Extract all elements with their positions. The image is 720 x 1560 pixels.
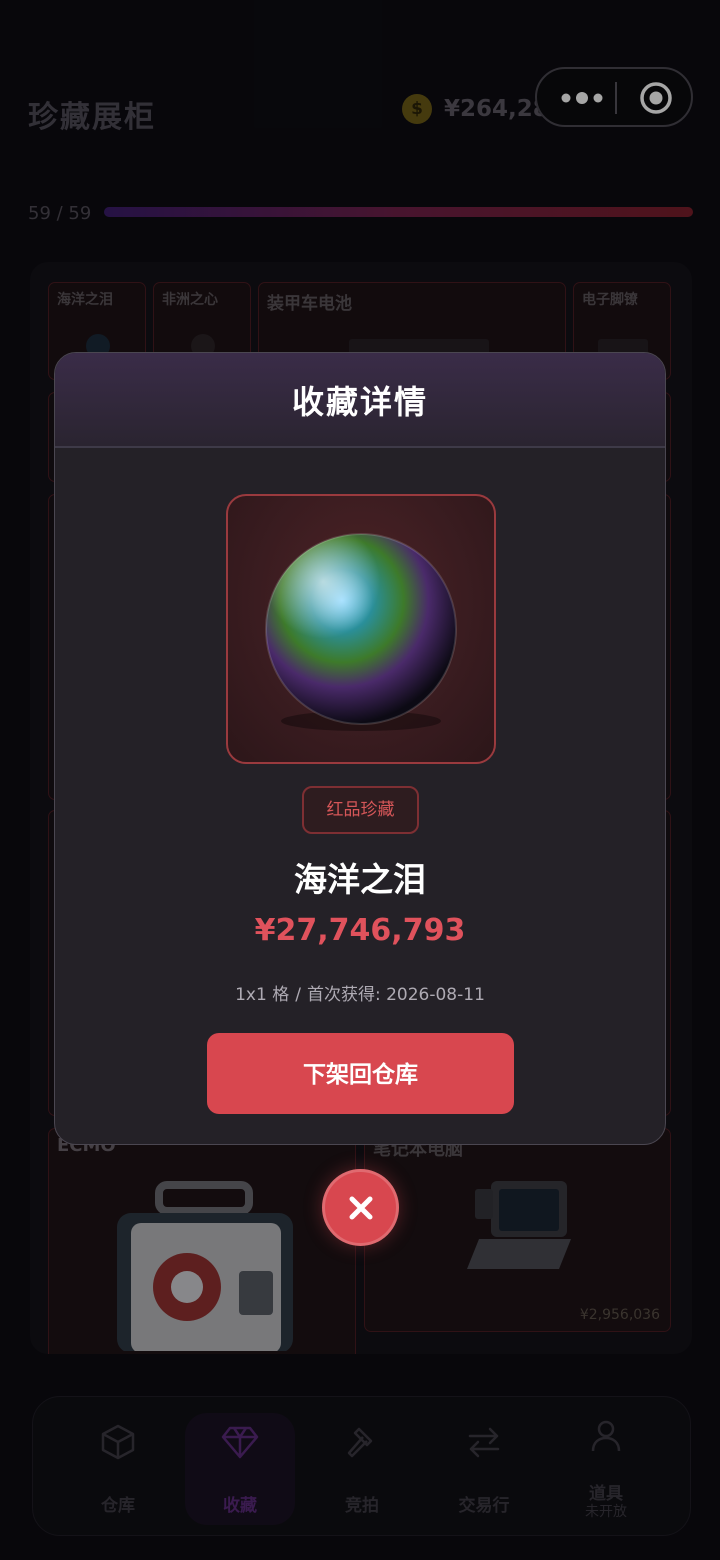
modal-header: 收藏详情 (55, 353, 665, 448)
item-image-frame (226, 494, 496, 764)
meta-separator: / (295, 985, 301, 1005)
item-meta: 1x1 格 / 首次获得: 2026-08-11 (55, 980, 665, 1005)
acquired-label: 首次获得: (306, 985, 381, 1005)
item-name: 海洋之泪 (294, 860, 426, 899)
rarity-badge: 红品珍藏 (302, 786, 419, 834)
item-size: 1x1 格 (235, 985, 290, 1005)
close-icon (349, 1196, 373, 1220)
ocean-tear-pearl-icon (265, 533, 457, 731)
modal-title: 收藏详情 (291, 383, 428, 421)
acquired-date: 2026-08-11 (386, 985, 485, 1005)
unlist-to-warehouse-button[interactable]: 下架回仓库 (207, 1033, 514, 1114)
item-price: ¥27,746,793 (254, 913, 466, 948)
close-modal-button[interactable] (322, 1169, 399, 1246)
collection-detail-modal: 收藏详情 红品珍藏 海洋之泪 ¥27,746,793 1x1 格 / 首次获得:… (54, 352, 666, 1145)
